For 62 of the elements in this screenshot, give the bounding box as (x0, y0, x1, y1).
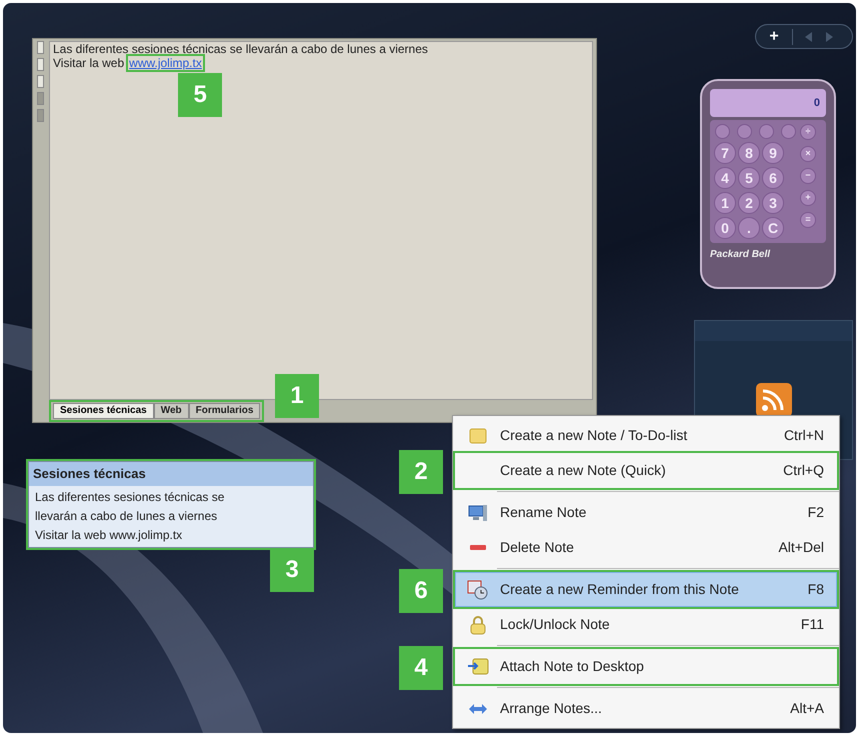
calculator-key[interactable]: = (800, 212, 816, 228)
calculator-key[interactable]: 7 (714, 142, 736, 164)
menu-item[interactable]: Create a new Note (Quick) Ctrl+Q (455, 453, 837, 488)
next-icon[interactable] (825, 32, 833, 42)
calculator-key[interactable]: × (800, 146, 816, 162)
side-marker[interactable] (37, 58, 44, 71)
side-marker[interactable] (37, 41, 44, 54)
memory-key[interactable] (759, 124, 774, 139)
calculator-key[interactable]: 6 (762, 167, 784, 189)
calculator-key[interactable]: 8 (738, 142, 760, 164)
callout-badge: 3 (270, 548, 314, 592)
previous-icon[interactable] (805, 32, 813, 42)
calculator-key[interactable]: ÷ (800, 124, 816, 140)
menu-item[interactable]: Lock/Unlock Note F11 (455, 607, 837, 642)
calculator-display: 0 (710, 89, 826, 117)
calculator-key[interactable]: − (800, 168, 816, 184)
calculator-key[interactable]: 4 (714, 167, 736, 189)
side-marker[interactable] (37, 109, 44, 122)
minus-icon (470, 544, 486, 550)
callout-badge: 6 (399, 569, 443, 613)
side-marker[interactable] (37, 92, 44, 105)
memory-key[interactable] (737, 124, 752, 139)
calculator-key[interactable]: 5 (738, 167, 760, 189)
note-text: Visitar la web (53, 56, 124, 70)
menu-item[interactable]: Attach Note to Desktop (455, 649, 837, 684)
calculator-brand: Packard Bell (710, 248, 772, 262)
callout-badge: 4 (399, 646, 443, 690)
note-arrow-icon (467, 658, 489, 676)
calculator-key[interactable]: . (738, 217, 760, 239)
memory-key[interactable] (715, 124, 730, 139)
callout-badge: 2 (399, 450, 443, 494)
calculator-key[interactable]: + (800, 190, 816, 206)
menu-item[interactable]: Delete Note Alt+Del (455, 530, 837, 565)
double-arrow-icon (468, 702, 488, 714)
calendar-clock-icon (467, 580, 489, 600)
calculator-key[interactable]: 9 (762, 142, 784, 164)
preview-text: llevarán a cabo de lunes a viernes (35, 508, 218, 524)
monitor-icon (468, 504, 488, 522)
side-marker[interactable] (37, 75, 44, 88)
padlock-icon (469, 614, 487, 634)
note-tab[interactable]: Sesiones técnicas (53, 403, 154, 419)
note-icon (469, 428, 487, 444)
menu-item[interactable]: Arrange Notes... Alt+A (455, 691, 837, 726)
note-tab[interactable]: Formularios (188, 403, 260, 419)
calculator-key[interactable]: C (762, 217, 784, 239)
memory-key[interactable] (781, 124, 796, 139)
menu-item[interactable]: Create a new Note / To-Do-list Ctrl+N (455, 418, 837, 453)
preview-title: Sesiones técnicas (29, 462, 313, 486)
calculator-key[interactable]: 2 (738, 192, 760, 214)
calculator-key[interactable]: 3 (762, 192, 784, 214)
note-tab[interactable]: Web (154, 403, 189, 419)
preview-text: Las diferentes sesiones técnicas se (35, 488, 226, 506)
preview-text: Visitar la web www.jolimp.tx (35, 526, 184, 544)
menu-item[interactable]: Rename Note F2 (455, 495, 837, 530)
menu-item[interactable]: Create a new Reminder from this Note F8 (455, 572, 837, 607)
calculator-key[interactable]: 1 (714, 192, 736, 214)
calculator-key[interactable]: 0 (714, 217, 736, 239)
web-link[interactable]: www.jolimp.tx (128, 56, 203, 70)
add-gadget-button[interactable]: + (756, 24, 792, 48)
note-text: Las diferentes sesiones técnicas se llevarán a cabo de lunes a viernes (53, 42, 429, 56)
callout-badge: 1 (275, 374, 319, 418)
callout-badge: 5 (178, 73, 222, 117)
